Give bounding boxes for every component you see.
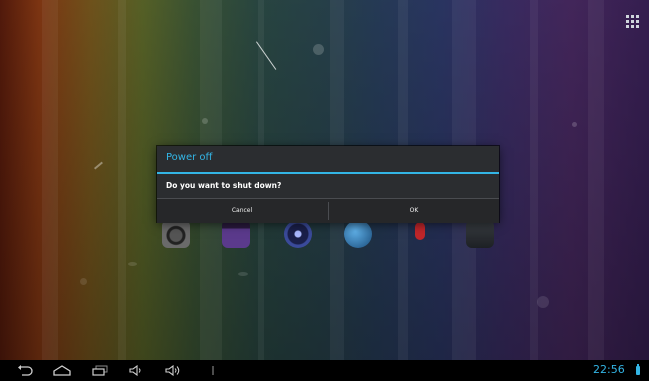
- dialog-button-bar: Cancel OK: [157, 198, 499, 223]
- home-icon[interactable]: [53, 365, 71, 376]
- app-shortcut-browser[interactable]: [328, 220, 388, 248]
- recent-apps-icon[interactable]: [92, 365, 108, 376]
- dialog-title-divider: [157, 172, 499, 174]
- app-shortcut-settings[interactable]: [450, 220, 510, 248]
- home-screen: Power off Do you want to shut down? Canc…: [0, 0, 649, 381]
- app-shortcut-recorder[interactable]: [390, 220, 450, 248]
- system-bar: [0, 360, 649, 381]
- all-apps-icon[interactable]: [626, 15, 640, 29]
- microphone-icon: [406, 220, 434, 248]
- volume-up-icon[interactable]: [165, 365, 181, 376]
- dialog-title: Power off: [166, 152, 213, 163]
- app-shortcut-music[interactable]: [268, 220, 328, 248]
- menu-icon[interactable]: [210, 365, 216, 376]
- globe-icon: [344, 220, 372, 248]
- settings-icon: [466, 220, 494, 248]
- volume-down-icon[interactable]: [129, 365, 143, 376]
- status-clock: 22:56: [593, 363, 625, 376]
- ok-button[interactable]: OK: [329, 199, 499, 223]
- music-icon: [284, 220, 312, 248]
- back-icon[interactable]: [17, 365, 33, 376]
- camera-icon: [162, 220, 190, 248]
- battery-icon: [636, 364, 640, 375]
- app-shortcut-camera[interactable]: [146, 220, 206, 248]
- dialog-message: Do you want to shut down?: [166, 181, 282, 190]
- video-icon: [222, 220, 250, 248]
- cancel-button[interactable]: Cancel: [157, 199, 327, 223]
- power-off-dialog: Power off Do you want to shut down? Canc…: [157, 146, 499, 223]
- app-shortcut-video[interactable]: [206, 220, 266, 248]
